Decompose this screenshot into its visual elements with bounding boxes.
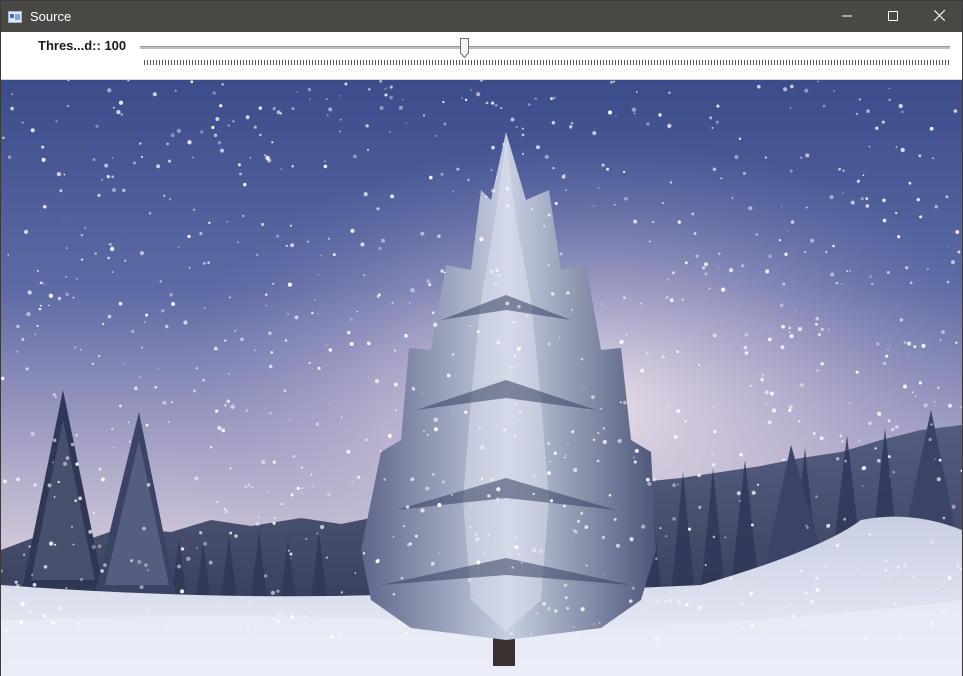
app-window-icon xyxy=(8,10,22,23)
maximize-icon xyxy=(888,8,898,26)
trackbar-panel: Thres...d:: 100 xyxy=(1,32,962,80)
minimize-icon xyxy=(842,8,852,26)
close-button[interactable] xyxy=(916,1,962,32)
window-title: Source xyxy=(30,9,72,24)
source-image xyxy=(1,80,962,676)
maximize-button[interactable] xyxy=(870,1,916,32)
threshold-label: Thres...d:: 100 xyxy=(38,38,127,53)
source-window: Source Thres...d:: 100 xyxy=(0,0,963,676)
title-bar[interactable]: Source xyxy=(1,1,962,32)
threshold-slider-track[interactable] xyxy=(140,46,950,49)
winter-tree-photo xyxy=(1,80,962,676)
slider-tick-marks xyxy=(144,60,949,65)
minimize-button[interactable] xyxy=(824,1,870,32)
threshold-slider-thumb[interactable] xyxy=(460,38,469,59)
close-icon xyxy=(933,8,945,26)
